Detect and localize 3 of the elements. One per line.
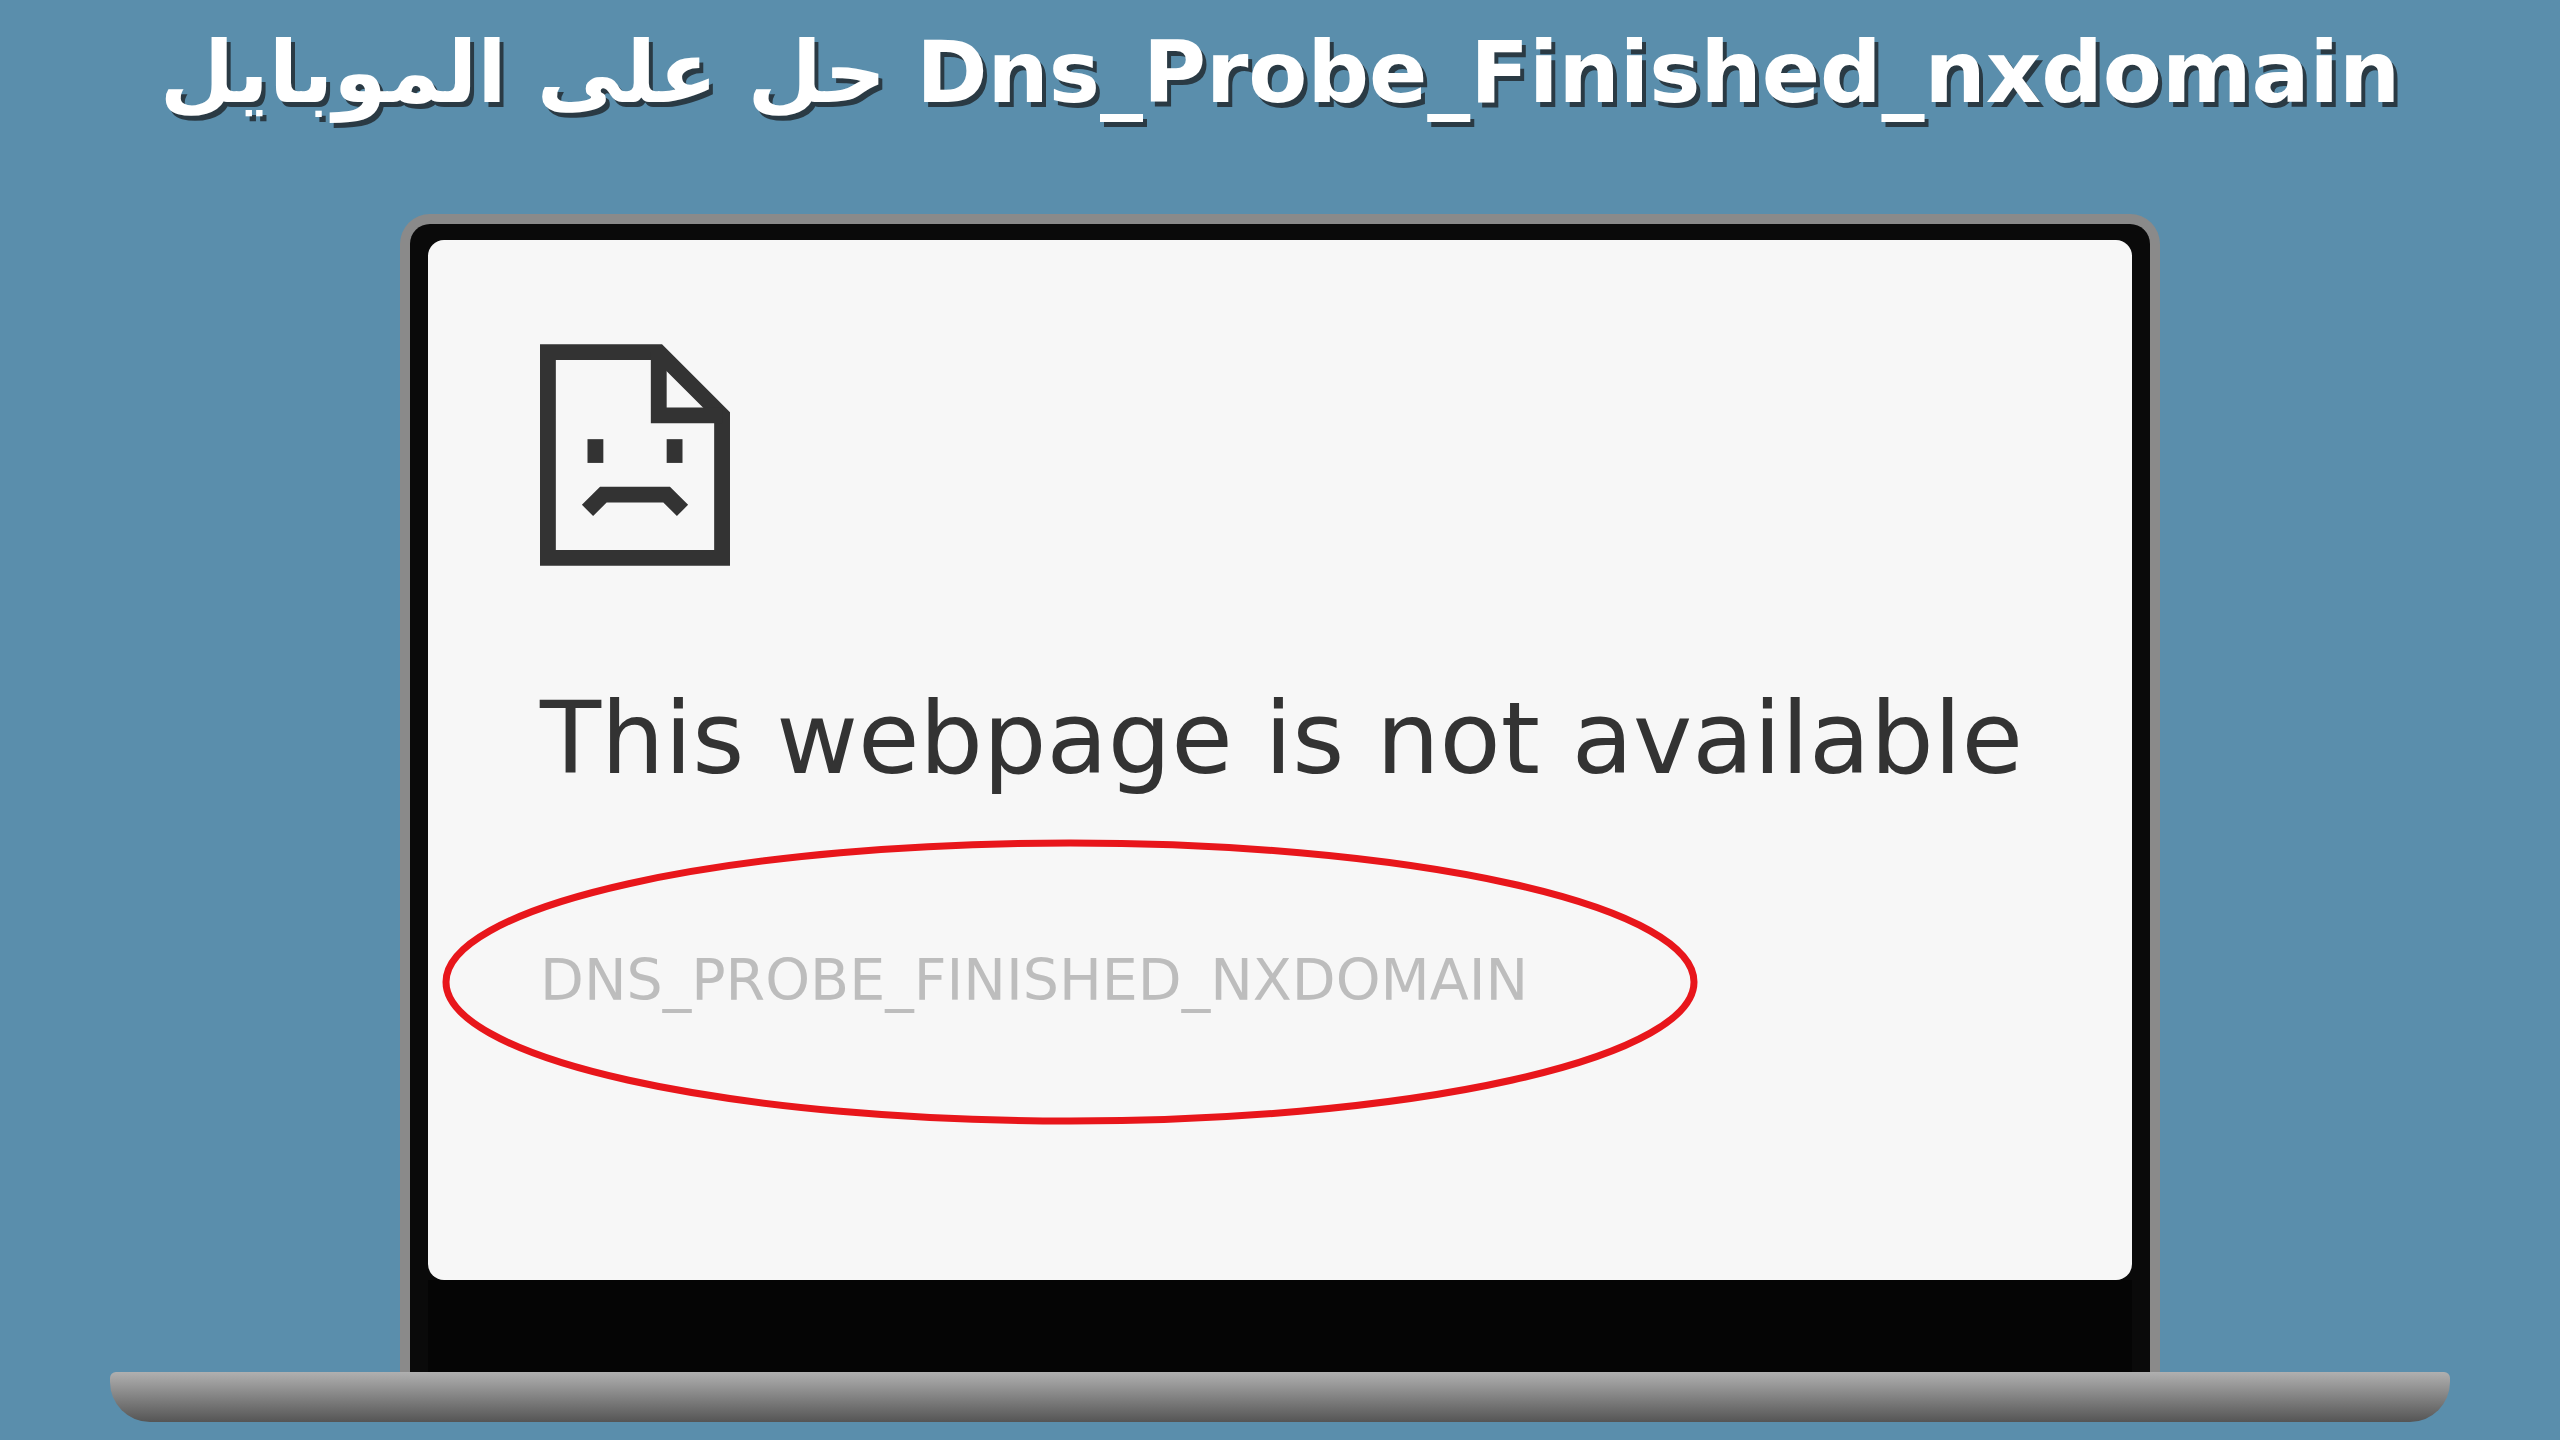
- headline: Dns_Probe_Finished_nxdomain حل على الموبايل: [159, 22, 2401, 125]
- error-code: DNS_PROBE_FINISHED_NXDOMAIN: [540, 947, 1529, 1013]
- error-title: This webpage is not available: [540, 680, 2024, 797]
